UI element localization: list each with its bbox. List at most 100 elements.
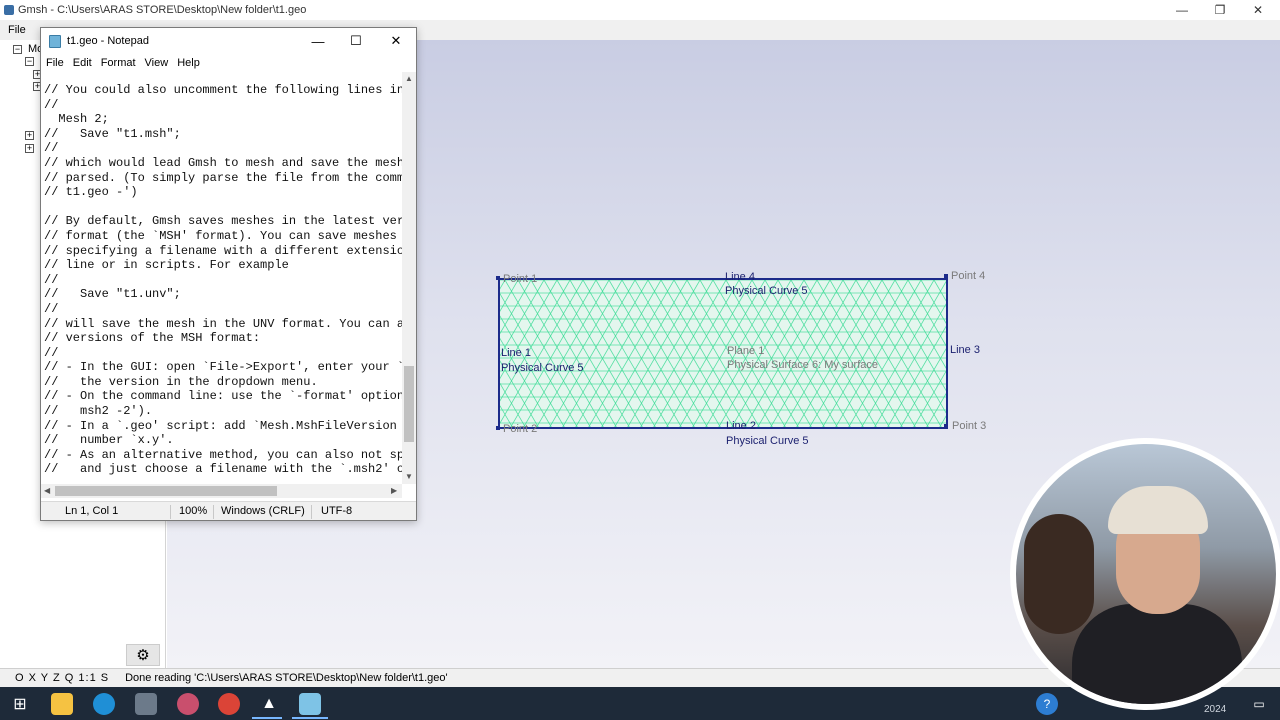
help-icon[interactable]: ? <box>1036 693 1058 715</box>
notepad-window[interactable]: t1.geo - Notepad — ☐ ✕ File Edit Format … <box>40 27 417 521</box>
mesh-surface <box>498 278 948 429</box>
minimize-button[interactable]: — <box>1162 0 1202 20</box>
gmsh-app-icon <box>4 5 14 15</box>
code-line: // msh2 -2'). <box>44 404 153 419</box>
code-line: // will save the mesh in the UNV format.… <box>44 316 402 331</box>
notepad-icon <box>49 34 61 48</box>
menu-format[interactable]: Format <box>101 57 136 69</box>
scroll-left-icon[interactable]: ◀ <box>44 486 50 495</box>
menu-view[interactable]: View <box>145 57 169 69</box>
gmsh-icon[interactable]: ▲ <box>258 693 280 715</box>
code-line: // parsed. (To simply parse the file fro… <box>44 170 402 185</box>
code-line: // <box>44 272 59 287</box>
gear-icon[interactable]: ⚙ <box>126 644 160 666</box>
code-line: // <box>44 301 59 316</box>
view-axes-buttons[interactable]: O X Y Z Q 1:1 S <box>15 672 109 684</box>
label-line4: Line 4 <box>725 271 755 283</box>
scroll-right-icon[interactable]: ▶ <box>391 486 397 495</box>
notepad-titlebar[interactable]: t1.geo - Notepad — ☐ ✕ <box>41 28 416 54</box>
code-line: // and just choose a filename with the `… <box>44 462 402 477</box>
code-line: // - On the command line: use the `-form… <box>44 389 402 404</box>
code-line: // versions of the MSH format: <box>44 331 261 346</box>
label-point1: Point 1 <box>503 273 538 285</box>
status-message: Done reading 'C:\Users\ARAS STORE\Deskto… <box>125 672 448 684</box>
tree-collapse-icon[interactable]: − <box>25 57 34 66</box>
notepad-title: t1.geo - Notepad <box>67 35 149 47</box>
label-line2: Line 2 <box>726 420 756 432</box>
maximize-button[interactable]: ❐ <box>1200 0 1240 20</box>
code-line: // - In a `.geo' script: add `Mesh.MshFi… <box>44 418 402 433</box>
code-line: // - As an alternative method, you can a… <box>44 447 402 462</box>
point-marker <box>944 424 948 428</box>
code-line: // line or in scripts. For example <box>44 258 289 273</box>
code-line: // <box>44 97 59 112</box>
menu-help[interactable]: Help <box>177 57 200 69</box>
mesh-triangles <box>500 280 946 427</box>
label-curve-left: Physical Curve 5 <box>501 362 584 374</box>
point-marker <box>944 274 948 278</box>
point-marker <box>496 426 500 430</box>
horizontal-scrollbar[interactable]: ◀ ▶ <box>41 484 402 498</box>
label-line3: Line 3 <box>950 344 980 356</box>
label-point4: Point 4 <box>951 270 986 282</box>
background-person <box>1024 514 1094 634</box>
code-line: // which would lead Gmsh to mesh and sav… <box>44 155 402 170</box>
label-surface: Physical Surface 6: My surface <box>727 359 879 371</box>
notepad-icon[interactable] <box>299 693 321 715</box>
app-grid-icon[interactable] <box>135 693 157 715</box>
paint-icon[interactable] <box>177 693 199 715</box>
gmsh-titlebar: Gmsh - C:\Users\ARAS STORE\Desktop\New f… <box>0 0 1280 20</box>
maximize-button[interactable]: ☐ <box>337 28 375 54</box>
label-line1: Line 1 <box>501 347 531 359</box>
code-line: // number `x.y'. <box>44 433 174 448</box>
notepad-menubar: File Edit Format View Help <box>41 54 416 72</box>
scroll-thumb[interactable] <box>404 366 414 442</box>
vertical-scrollbar[interactable]: ▲ ▼ <box>402 72 416 484</box>
code-line: // <box>44 345 59 360</box>
code-line: // specifying a filename with a differen… <box>44 243 402 258</box>
edge-icon[interactable] <box>93 693 115 715</box>
code-line: // Save "t1.unv"; <box>44 287 181 302</box>
encoding: UTF-8 <box>321 505 353 517</box>
label-point2: Point 2 <box>503 423 538 435</box>
notepad-text-area[interactable]: // You could also uncomment the followin… <box>44 83 402 483</box>
menu-file[interactable]: File <box>46 57 64 69</box>
code-line: // You could also uncomment the followin… <box>44 83 402 97</box>
label-curve-bottom: Physical Curve 5 <box>726 435 809 447</box>
active-indicator <box>292 717 328 719</box>
line-endings: Windows (CRLF) <box>221 505 305 517</box>
webcam-overlay <box>1010 438 1280 710</box>
scroll-down-icon[interactable]: ▼ <box>405 472 413 481</box>
label-point3: Point 3 <box>952 420 987 432</box>
tree-expand-icon[interactable]: + <box>25 131 34 140</box>
code-line: // the version in the dropdown menu. <box>44 374 318 389</box>
file-explorer-icon[interactable] <box>51 693 73 715</box>
presenter-jacket <box>1072 604 1242 704</box>
label-plane: Plane 1 <box>727 345 765 357</box>
code-line: // By default, Gmsh saves meshes in the … <box>44 214 402 229</box>
point-marker <box>496 276 500 280</box>
cursor-position: Ln 1, Col 1 <box>65 505 119 517</box>
code-line: Mesh 2; <box>44 112 109 127</box>
tree-expand-icon[interactable]: + <box>25 144 34 153</box>
scroll-thumb[interactable] <box>55 486 277 496</box>
notification-icon[interactable]: ▭ <box>1248 693 1270 715</box>
code-line: // <box>44 141 59 156</box>
close-button[interactable]: ✕ <box>1238 0 1278 20</box>
active-indicator <box>252 717 282 719</box>
zoom-level: 100% <box>179 505 208 517</box>
code-line: // t1.geo -') <box>44 185 138 200</box>
close-button[interactable]: ✕ <box>377 28 415 54</box>
chrome-icon[interactable] <box>218 693 240 715</box>
code-line: // Save "t1.msh"; <box>44 126 181 141</box>
menu-file[interactable]: File <box>8 24 26 36</box>
minimize-button[interactable]: — <box>299 28 337 54</box>
notepad-statusbar: Ln 1, Col 1 100% Windows (CRLF) UTF-8 <box>41 501 416 520</box>
tree-collapse-icon[interactable]: − <box>13 45 22 54</box>
presenter-cap <box>1108 486 1208 534</box>
taskbar-date: 2024 <box>1204 704 1227 715</box>
scroll-up-icon[interactable]: ▲ <box>405 74 413 83</box>
menu-edit[interactable]: Edit <box>73 57 92 69</box>
windows-start-icon[interactable]: ⊞ <box>9 693 31 715</box>
